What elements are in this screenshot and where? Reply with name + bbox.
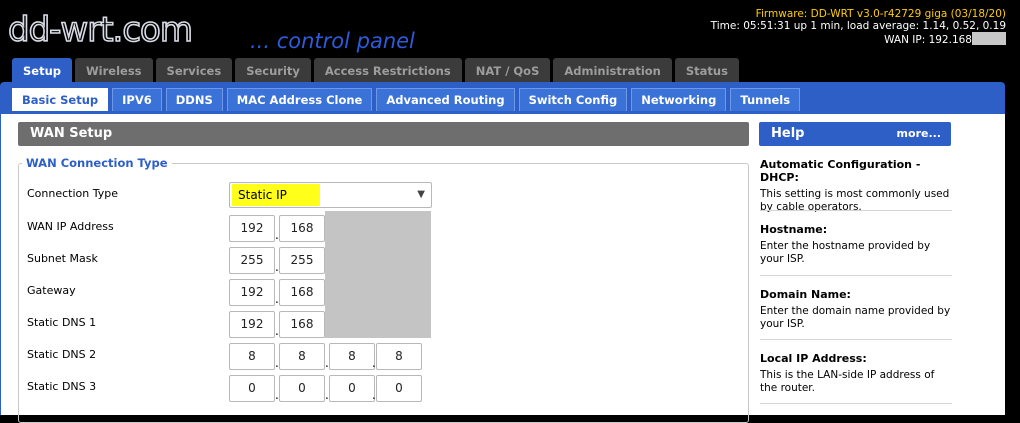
firmware-version: Firmware: DD-WRT v3.0-r42729 giga (03/18… xyxy=(755,8,1006,20)
dns2-octet-4[interactable]: 8 xyxy=(376,343,422,370)
connection-type-label: Connection Type xyxy=(27,187,119,200)
tab-administration[interactable]: Administration xyxy=(553,58,672,82)
help-item: Automatic Configuration - DHCP: This set… xyxy=(760,158,952,214)
help-item-text: This is the LAN-side IP address of the r… xyxy=(760,369,935,394)
help-divider xyxy=(760,210,952,211)
wan-ip-label: WAN IP Address xyxy=(27,220,114,233)
tab-nat-qos[interactable]: NAT / QoS xyxy=(464,58,551,82)
dns3-octet-3[interactable]: 0 xyxy=(329,375,375,402)
dns3-octet-2[interactable]: 0 xyxy=(279,375,325,402)
tab-services[interactable]: Services xyxy=(155,58,233,82)
control-panel-tagline: ... control panel xyxy=(250,29,415,53)
tab-setup[interactable]: Setup xyxy=(12,58,72,83)
help-header: Help more... xyxy=(759,122,951,146)
dns3-octet-4[interactable]: 0 xyxy=(376,375,422,402)
dd-wrt-logo[interactable]: dd-wrt.com xyxy=(7,12,194,48)
subtab-ddns[interactable]: DDNS xyxy=(165,88,223,111)
connection-type-value: Static IP xyxy=(238,188,287,202)
gateway-octet-1[interactable]: 192 xyxy=(229,279,275,306)
subtab-basic-setup[interactable]: Basic Setup xyxy=(12,88,109,111)
help-more-link[interactable]: more... xyxy=(897,122,941,146)
tab-wireless[interactable]: Wireless xyxy=(75,58,153,82)
subnet-mask-label: Subnet Mask xyxy=(27,252,98,265)
subtab-advanced-routing[interactable]: Advanced Routing xyxy=(376,88,515,111)
tab-access-restrictions[interactable]: Access Restrictions xyxy=(313,58,462,82)
subnet-octet-2[interactable]: 255 xyxy=(279,247,325,274)
help-item-title: Domain Name: xyxy=(760,288,851,301)
subtab-ipv6[interactable]: IPV6 xyxy=(112,88,162,111)
help-divider xyxy=(760,339,952,340)
help-item-title: Local IP Address: xyxy=(760,352,867,365)
tab-security[interactable]: Security xyxy=(235,58,311,82)
subtab-switch-config[interactable]: Switch Config xyxy=(518,88,628,111)
gateway-label: Gateway xyxy=(27,284,76,297)
wan-ip-octet-2[interactable]: 168 xyxy=(279,215,325,242)
wan-ip-text: WAN IP: 192.168 xyxy=(884,34,972,46)
tab-status[interactable]: Status xyxy=(674,58,739,82)
subtab-tunnels[interactable]: Tunnels xyxy=(730,88,801,111)
help-item-text: Enter the domain name provided by your I… xyxy=(760,305,951,330)
dns2-octet-1[interactable]: 8 xyxy=(229,343,275,370)
help-divider xyxy=(760,403,952,404)
subtab-networking[interactable]: Networking xyxy=(631,88,727,111)
wan-ip-info: WAN IP: 192.168 xyxy=(711,32,1006,46)
help-item: Hostname: Enter the hostname provided by… xyxy=(760,223,952,266)
help-divider xyxy=(760,275,952,276)
wan-setup-title: WAN Setup xyxy=(18,122,749,146)
wan-ip-octet-1[interactable]: 192 xyxy=(229,215,275,242)
header: dd-wrt.com ... control panel Firmware: D… xyxy=(0,0,1020,58)
help-item-text: Enter the hostname provided by your ISP. xyxy=(760,240,931,265)
dns3-octet-1[interactable]: 0 xyxy=(229,375,275,402)
subnet-octet-1[interactable]: 255 xyxy=(229,247,275,274)
redaction-mask xyxy=(972,32,1006,45)
help-item: Domain Name: Enter the domain name provi… xyxy=(760,288,952,331)
connection-type-select[interactable]: Static IP ▼ xyxy=(229,182,432,208)
main-tabs: Setup Wireless Services Security Access … xyxy=(12,58,742,83)
dns3-label: Static DNS 3 xyxy=(27,380,97,393)
gateway-octet-2[interactable]: 168 xyxy=(279,279,325,306)
sub-tabs: Basic Setup IPV6 DDNS MAC Address Clone … xyxy=(12,88,804,111)
help-item-title: Hostname: xyxy=(760,223,828,236)
uptime-info: Time: 05:51:31 up 1 min, load average: 1… xyxy=(710,20,1006,32)
router-info: Firmware: DD-WRT v3.0-r42729 giga (03/18… xyxy=(711,8,1006,46)
dns1-octet-1[interactable]: 192 xyxy=(229,311,275,338)
help-item: Local IP Address: This is the LAN-side I… xyxy=(760,352,952,395)
dns2-octet-3[interactable]: 8 xyxy=(329,343,375,370)
dns2-octet-2[interactable]: 8 xyxy=(279,343,325,370)
dropdown-arrow-icon: ▼ xyxy=(417,189,425,200)
redaction-mask xyxy=(325,211,431,338)
help-item-title: Automatic Configuration - DHCP: xyxy=(760,158,921,184)
help-title: Help xyxy=(771,126,805,141)
wan-connection-legend: WAN Connection Type xyxy=(22,157,172,170)
subtab-mac-address-clone[interactable]: MAC Address Clone xyxy=(226,88,373,111)
dns1-octet-2[interactable]: 168 xyxy=(279,311,325,338)
dns2-label: Static DNS 2 xyxy=(27,348,97,361)
dns1-label: Static DNS 1 xyxy=(27,316,97,329)
